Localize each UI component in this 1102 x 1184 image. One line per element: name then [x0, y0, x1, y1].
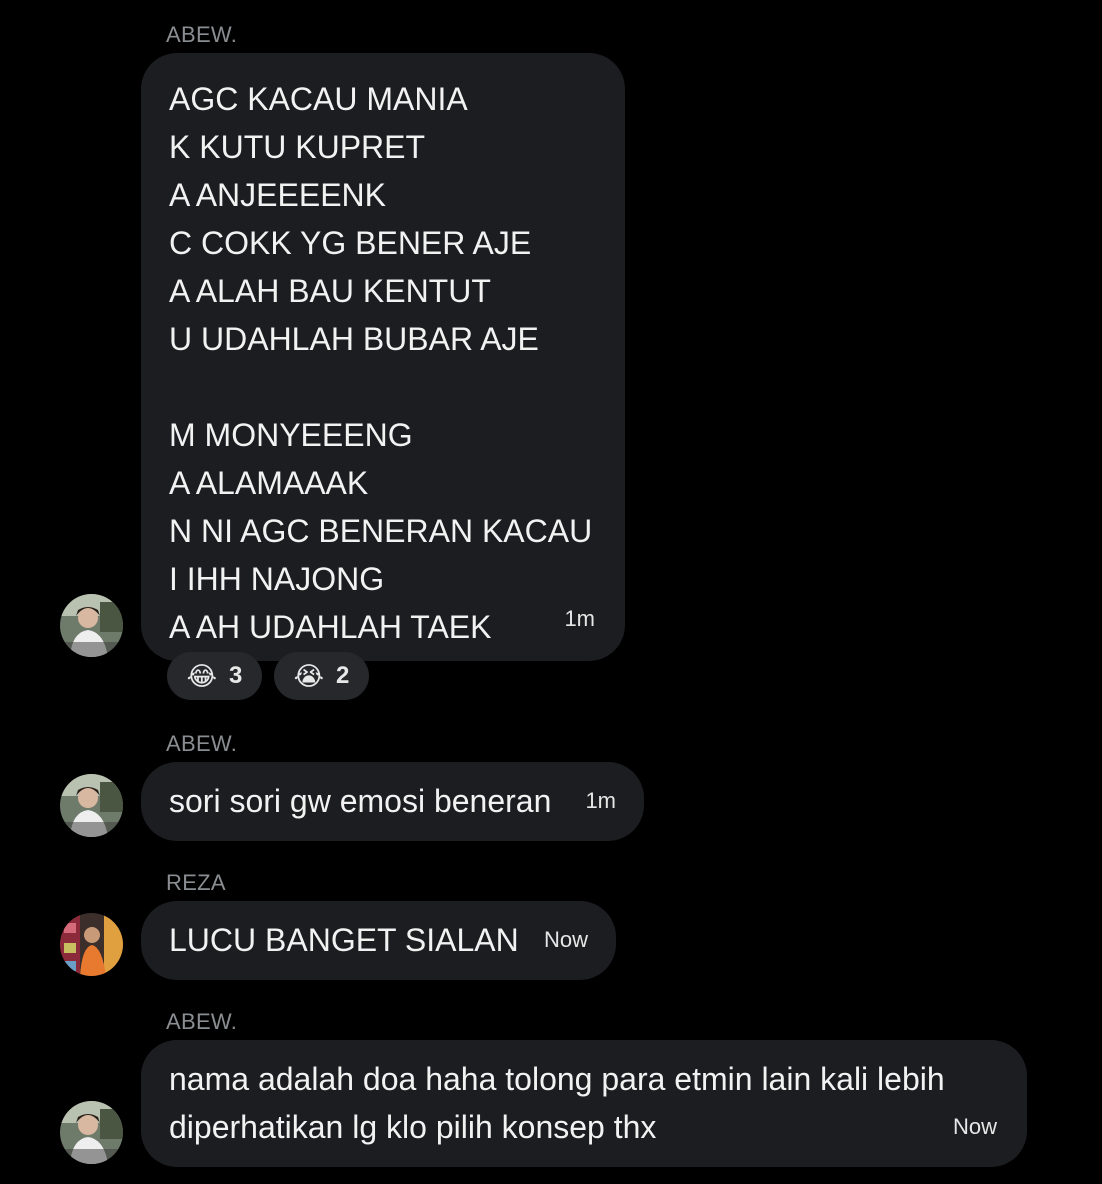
message-timestamp: 1m [564, 606, 595, 631]
message-text: AGC KACAU MANIA K KUTU KUPRET A ANJEEEEN… [169, 81, 593, 645]
sender-name: ABEW. [166, 22, 238, 47]
laughing-emoji-icon: 😂 [186, 660, 218, 691]
sender-name: REZA [166, 870, 226, 895]
crying-emoji-icon: 😭 [293, 660, 325, 691]
message-text: LUCU BANGET SIALAN [169, 922, 519, 958]
message-bubble[interactable]: LUCU BANGET SIALAN Now [141, 901, 616, 980]
message-timestamp: 1m [585, 788, 616, 813]
message-text: nama adalah doa haha tolong para etmin l… [169, 1061, 945, 1145]
sender-name: ABEW. [166, 731, 238, 756]
reaction-count: 2 [336, 662, 350, 689]
reaction-crying[interactable]: 😭 2 [274, 652, 369, 700]
reaction-laughing[interactable]: 😂 3 [167, 652, 262, 700]
message-bubble[interactable]: sori sori gw emosi beneran 1m [141, 762, 644, 841]
sender-name: ABEW. [166, 1009, 238, 1034]
message-timestamp: Now [952, 1114, 997, 1139]
message-bubble[interactable]: AGC KACAU MANIA K KUTU KUPRET A ANJEEEEN… [141, 53, 625, 661]
avatar[interactable] [60, 594, 123, 657]
avatar[interactable] [60, 774, 123, 837]
message-bubble[interactable]: nama adalah doa haha tolong para etmin l… [141, 1040, 1027, 1167]
avatar[interactable] [60, 913, 123, 976]
message-text: sori sori gw emosi beneran [169, 783, 552, 819]
message-timestamp: Now [543, 927, 588, 952]
reaction-count: 3 [229, 662, 243, 689]
avatar[interactable] [60, 1101, 123, 1164]
